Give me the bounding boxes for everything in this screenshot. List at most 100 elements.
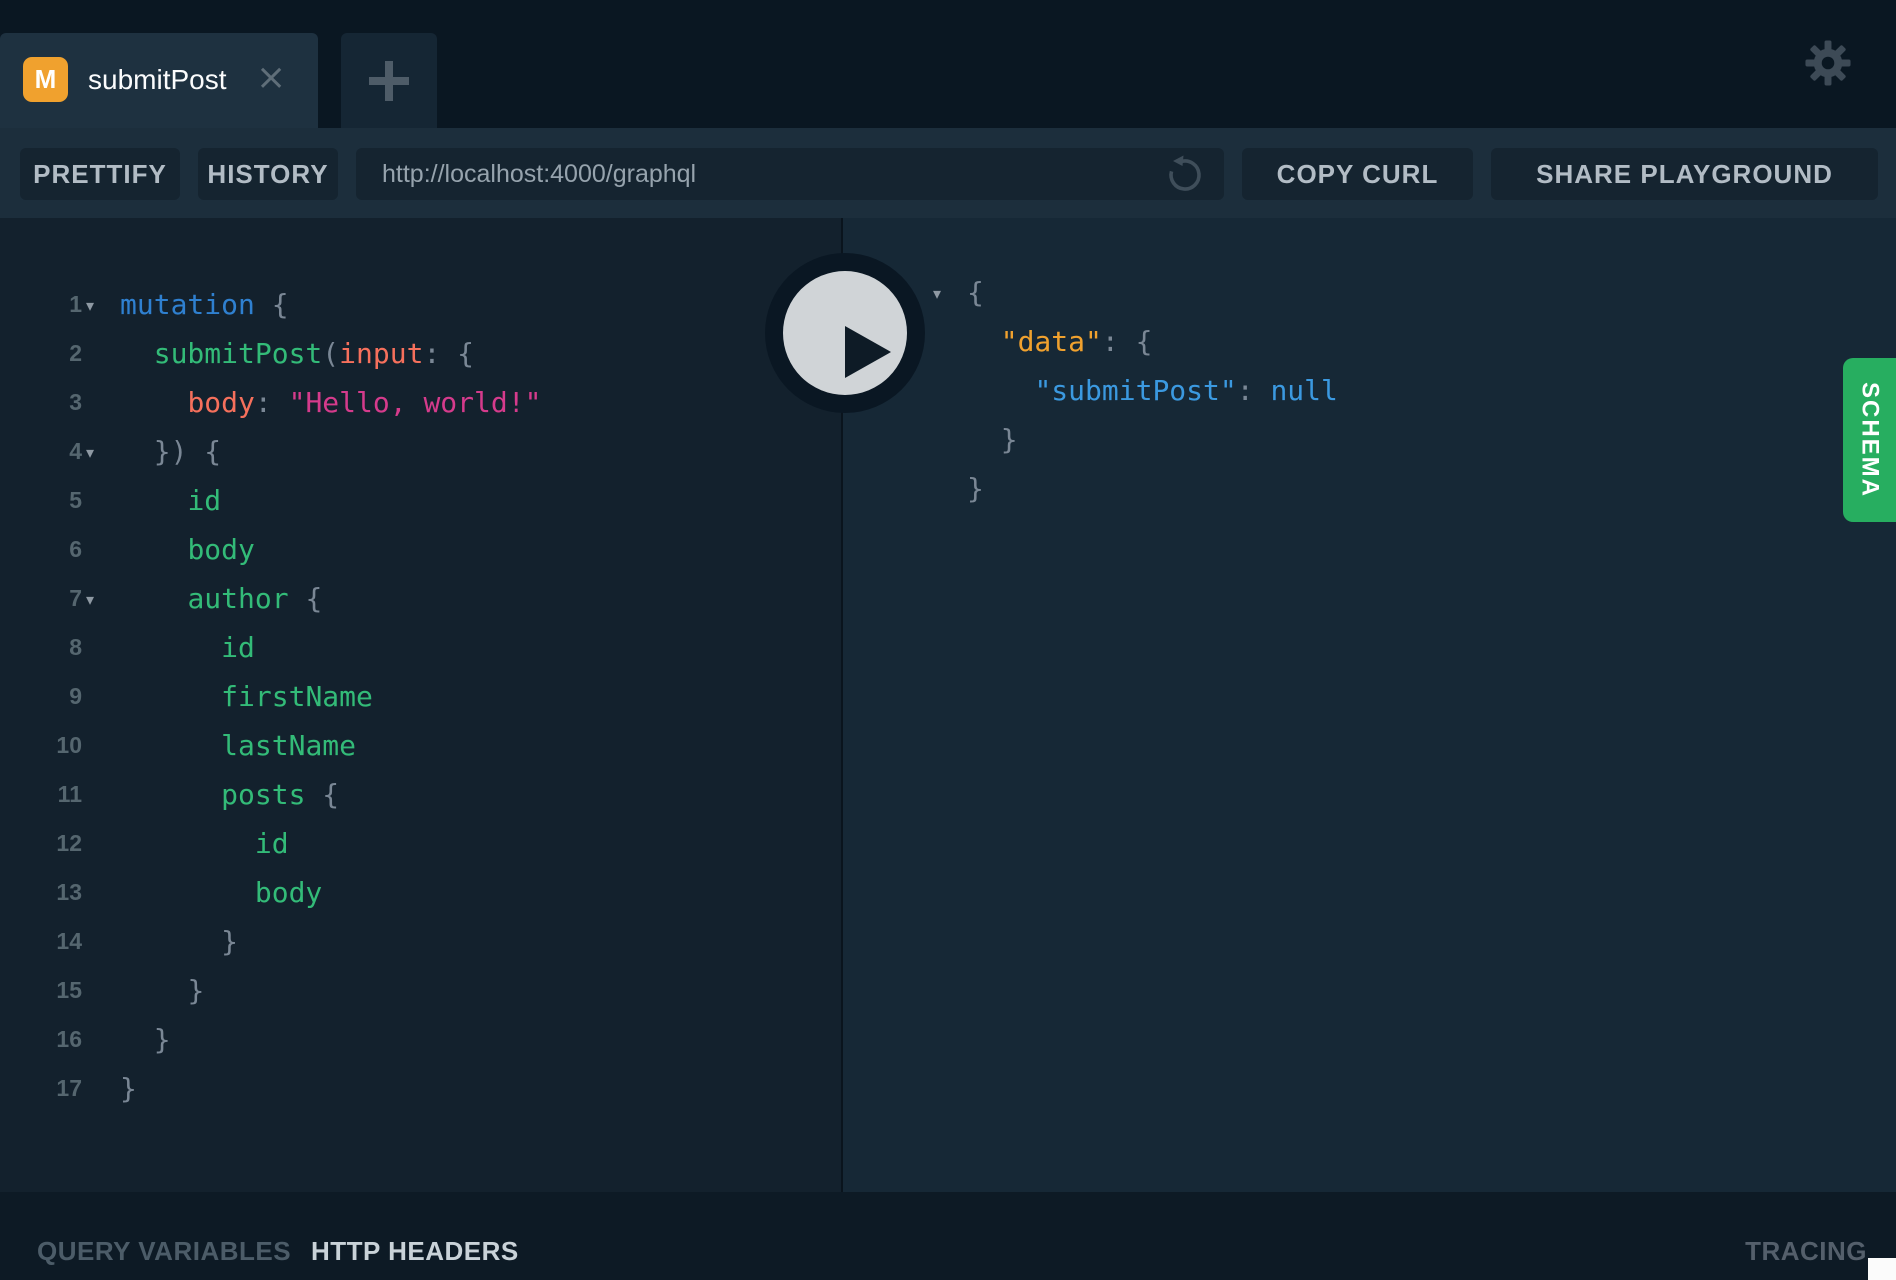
code-line: ▾{ (843, 268, 1896, 317)
fold-triangle-icon[interactable]: ▾ (933, 269, 941, 318)
endpoint-input[interactable]: http://localhost:4000/graphql (356, 148, 1224, 200)
line-number: 4 (0, 427, 82, 476)
token-kw: mutation (120, 288, 255, 321)
token-field: id (255, 827, 289, 860)
token-pln (120, 876, 255, 909)
code-line: 17} (0, 1064, 841, 1113)
token-field: firstName (221, 680, 373, 713)
query-variables-toggle[interactable]: QUERY VARIABLES (37, 1236, 291, 1267)
line-number: 7 (0, 574, 82, 623)
query-editor-pane[interactable]: 1▾mutation {2 submitPost(input: {3 body:… (0, 218, 841, 1192)
code-line: 4▾ }) { (0, 427, 841, 476)
token-field: body (187, 533, 254, 566)
code-line: "data": { (843, 317, 1896, 366)
line-number: 1 (0, 280, 82, 329)
code-text: body (120, 525, 255, 574)
code-line: 6 body (0, 525, 841, 574)
token-pun: : (1237, 374, 1271, 407)
code-line: 1▾ mutation { (0, 280, 841, 329)
token-pun: { (255, 288, 289, 321)
prettify-button[interactable]: PRETTIFY (20, 148, 180, 200)
code-text: } (967, 415, 1018, 464)
token-pun: { (289, 582, 323, 615)
tab-title: submitPost (88, 33, 227, 128)
code-text: firstName (120, 672, 373, 721)
token-pln (120, 631, 221, 664)
code-line: 7▾ author { (0, 574, 841, 623)
token-pun: } (187, 974, 204, 1007)
code-text: mutation { (120, 280, 289, 329)
history-button[interactable]: HISTORY (198, 148, 338, 200)
token-pln (120, 729, 221, 762)
token-arg: input (339, 337, 423, 370)
token-pln (120, 827, 255, 860)
code-line: 10 lastName (0, 721, 841, 770)
token-pun: { (305, 778, 339, 811)
code-text: lastName (120, 721, 356, 770)
top-bar: M submitPost × (0, 0, 1896, 128)
close-tab-icon[interactable]: × (256, 33, 286, 128)
code-text: author { (120, 574, 322, 623)
token-pln (967, 374, 1034, 407)
share-playground-button[interactable]: SHARE PLAYGROUND (1491, 148, 1878, 200)
token-key: "data" (1001, 325, 1102, 358)
line-number: 6 (0, 525, 82, 574)
code-text: }) { (120, 427, 221, 476)
code-line: } (843, 415, 1896, 464)
fold-triangle-icon[interactable]: ▾ (86, 281, 94, 330)
line-number: 11 (0, 770, 82, 819)
schema-side-tab[interactable]: SCHEMA (1843, 358, 1896, 522)
token-pln (120, 974, 187, 1007)
new-tab-button[interactable] (341, 33, 437, 128)
token-field: id (221, 631, 255, 664)
graphql-playground-window: M submitPost × (0, 0, 1896, 1280)
fold-triangle-icon[interactable]: ▾ (86, 428, 94, 477)
line-number: 17 (0, 1064, 82, 1113)
schema-side-tab-label: SCHEMA (1856, 382, 1884, 498)
token-field: lastName (221, 729, 356, 762)
token-pln (120, 680, 221, 713)
token-field: id (187, 484, 221, 517)
code-text: posts { (120, 770, 339, 819)
code-line: "submitPost": null (843, 366, 1896, 415)
token-pln (120, 1023, 154, 1056)
tab-submitpost[interactable]: M submitPost × (0, 33, 318, 128)
token-pln (120, 582, 187, 615)
tracing-toggle[interactable]: TRACING (1745, 1236, 1867, 1267)
code-line: 2 submitPost(input: { (0, 329, 841, 378)
token-pln (120, 925, 221, 958)
code-text: "submitPost": null (967, 366, 1338, 415)
code-text: id (120, 623, 255, 672)
reset-endpoint-icon[interactable] (1164, 153, 1206, 195)
execute-button[interactable] (765, 253, 925, 413)
token-field: author (187, 582, 288, 615)
token-pun: { (967, 276, 984, 309)
code-text: id (120, 819, 289, 868)
token-pln (120, 386, 187, 419)
token-pln (967, 325, 1001, 358)
plus-icon (369, 61, 409, 101)
token-pln (120, 484, 187, 517)
code-line: } (843, 464, 1896, 513)
code-line: 3 body: "Hello, world!" (0, 378, 841, 427)
token-val: "submitPost" (1034, 374, 1236, 407)
token-str: "Hello, world!" (289, 386, 542, 419)
token-pln (120, 435, 154, 468)
line-number: 16 (0, 1015, 82, 1064)
line-number: 13 (0, 868, 82, 917)
settings-gear-icon[interactable] (1802, 37, 1854, 89)
fold-triangle-icon[interactable]: ▾ (86, 575, 94, 624)
token-arg: body (187, 386, 254, 419)
code-text: { (967, 268, 984, 317)
code-text: } (120, 1015, 171, 1064)
code-text: "data": { (967, 317, 1152, 366)
code-text: body (120, 868, 322, 917)
line-number: 14 (0, 917, 82, 966)
bottom-bar: QUERY VARIABLES HTTP HEADERS TRACING (0, 1192, 1896, 1280)
code-text: submitPost(input: { (120, 329, 474, 378)
copy-curl-button[interactable]: COPY CURL (1242, 148, 1473, 200)
token-pun: : { (423, 337, 474, 370)
token-pun: } (1001, 423, 1018, 456)
token-pun: : (255, 386, 289, 419)
http-headers-toggle[interactable]: HTTP HEADERS (311, 1236, 519, 1267)
